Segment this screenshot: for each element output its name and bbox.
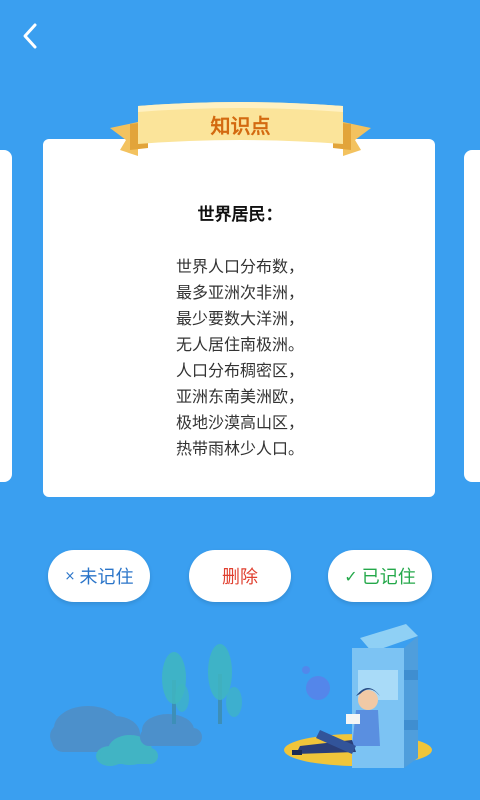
poem-line: 世界人口分布数， xyxy=(175,257,304,276)
bush-cloud-icon xyxy=(50,706,202,766)
back-button[interactable] xyxy=(10,16,50,56)
not-remembered-label: 未记住 xyxy=(79,567,134,588)
delete-label: 删除 xyxy=(222,567,258,588)
delete-button[interactable]: 删除 xyxy=(189,550,291,602)
check-icon: ✓ xyxy=(344,566,358,586)
poem-line: 极地沙漠高山区， xyxy=(175,413,304,432)
close-icon: × xyxy=(64,568,76,584)
poem-text: 世界人口分布数， 最多亚洲次非洲， 最少要数大洋洲， 无人居住南极洲。 人口分布… xyxy=(0,254,480,462)
knowledge-ribbon: 知识点 xyxy=(108,98,373,158)
poem-line: 热带雨林少人口。 xyxy=(175,439,304,458)
remembered-button[interactable]: ✓ 已记住 xyxy=(328,550,432,602)
poem-line: 人口分布稠密区， xyxy=(175,361,304,380)
card-title: 世界居民： xyxy=(197,205,283,225)
chevron-left-icon xyxy=(23,23,37,49)
ribbon-title: 知识点 xyxy=(210,113,271,138)
remembered-label: 已记住 xyxy=(361,567,416,588)
poem-line: 亚洲东南美洲欧， xyxy=(175,387,304,406)
poem-line: 最多亚洲次非洲， xyxy=(175,283,304,302)
not-remembered-button[interactable]: × 未记住 xyxy=(48,550,150,602)
poem-line: 无人居住南极洲。 xyxy=(175,335,304,354)
poem-line: 最少要数大洋洲， xyxy=(175,309,304,328)
tree-icon xyxy=(162,644,242,724)
reading-illustration xyxy=(50,624,432,768)
